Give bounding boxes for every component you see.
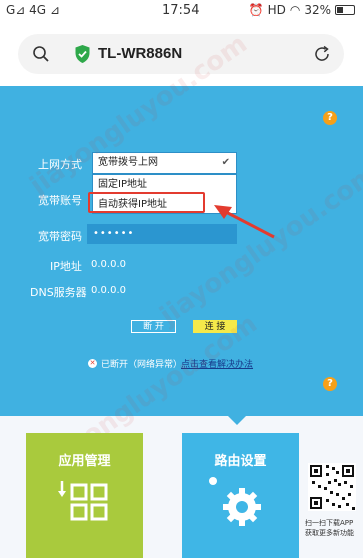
clock: 17:54 [162, 3, 200, 18]
wan-settings-panel: ? 上网方式 宽带拨号上网 ✔ 宽带账号 固定IP地址 自动获得IP地址 宽带密… [0, 86, 363, 425]
qr-code [308, 463, 356, 511]
account-label: 宽带账号 [38, 194, 82, 207]
chevron-down-icon: ✔ [221, 157, 230, 168]
reload-icon[interactable] [312, 44, 332, 64]
qr-caption: 扫一扫下载APP 获取更多新功能 [305, 518, 363, 538]
panel-pointer [228, 416, 246, 425]
router-settings-tile[interactable]: 路由设置 [182, 433, 299, 558]
hd-label: HD [267, 3, 286, 17]
help-icon[interactable]: ? [323, 377, 337, 391]
connection-type-value: 宽带拨号上网 [98, 157, 158, 168]
secure-shield-icon [75, 45, 90, 63]
error-icon: ✕ [88, 359, 97, 368]
signal-indicator: G⊿ 4G ⊿ [6, 3, 60, 17]
status-bar: G⊿ 4G ⊿ 17:54 ⏰ HD ◠ 32% [0, 0, 363, 22]
search-icon[interactable] [32, 45, 50, 63]
connection-status-text: 已断开（网络异常） [101, 360, 183, 370]
connect-button[interactable]: 连 接 [193, 320, 237, 333]
connection-status: ✕ 已断开（网络异常） [88, 357, 182, 370]
app-grid-icon [58, 481, 108, 521]
app-management-label: 应用管理 [58, 454, 111, 469]
battery-percent: 32% [304, 3, 331, 17]
password-label: 宽带密码 [38, 230, 82, 243]
alarm-icon: ⏰ [248, 3, 264, 17]
router-settings-label: 路由设置 [214, 454, 267, 469]
browser-toolbar: TL-WR886N [0, 22, 363, 86]
disconnect-button[interactable]: 断 开 [131, 320, 176, 333]
ip-value: 0.0.0.0 [91, 259, 126, 270]
help-icon[interactable]: ? [323, 111, 337, 125]
address-bar[interactable]: TL-WR886N [18, 34, 344, 74]
gear-icon [209, 477, 261, 526]
dns-label: DNS服务器 [30, 286, 87, 299]
ip-label: IP地址 [50, 260, 82, 273]
qr-caption-line2: 获取更多新功能 [305, 529, 354, 537]
connection-type-select[interactable]: 宽带拨号上网 ✔ [92, 152, 237, 174]
page-host: TL-WR886N [98, 45, 183, 62]
status-icons: ⏰ HD ◠ 32% [249, 3, 355, 17]
battery-icon [335, 5, 355, 15]
wifi-icon: ◠ [289, 3, 301, 17]
connection-type-label: 上网方式 [38, 158, 82, 171]
password-field[interactable]: •••••• [87, 224, 237, 244]
qr-caption-line1: 扫一扫下载APP [305, 519, 354, 527]
diagnose-link[interactable]: 点击查看解决办法 [181, 357, 253, 370]
dns-value: 0.0.0.0 [91, 285, 126, 296]
highlight-box [88, 192, 205, 213]
app-management-tile[interactable]: 应用管理 [26, 433, 143, 558]
